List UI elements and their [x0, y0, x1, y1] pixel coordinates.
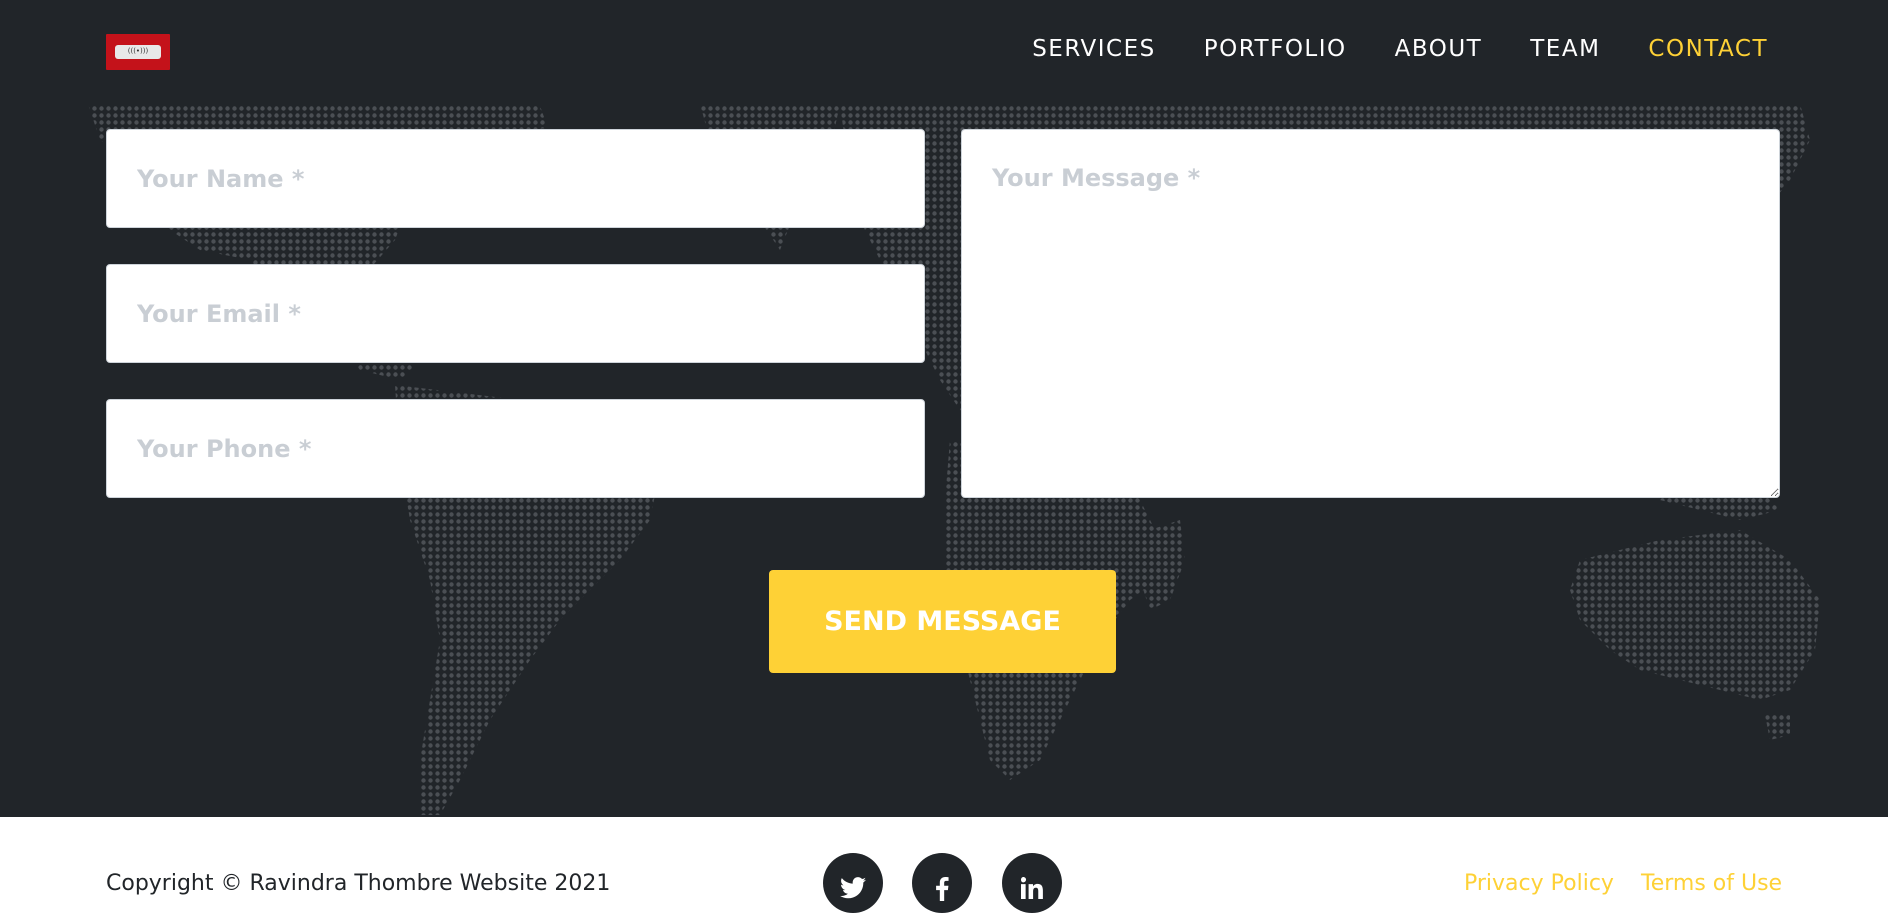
contact-section: (((•))) SERVICES PORTFOLIO ABOUT TEAM CO… — [0, 0, 1888, 817]
nav-link-services[interactable]: SERVICES — [1032, 36, 1156, 62]
privacy-policy-link[interactable]: Privacy Policy — [1464, 871, 1614, 896]
nav-menu: SERVICES PORTFOLIO ABOUT TEAM CONTACT — [1032, 36, 1768, 62]
nav-link-team[interactable]: TEAM — [1530, 36, 1600, 62]
mask-logo-icon: (((•))) — [115, 45, 161, 59]
navbar: (((•))) SERVICES PORTFOLIO ABOUT TEAM CO… — [0, 0, 1888, 100]
footer: Copyright © Ravindra Thombre Website 202… — [0, 817, 1888, 913]
twitter-icon — [840, 877, 866, 899]
nav-link-contact[interactable]: CONTACT — [1648, 36, 1768, 62]
email-input[interactable] — [106, 264, 925, 363]
brand-logo[interactable]: (((•))) — [106, 34, 170, 70]
name-input[interactable] — [106, 129, 925, 228]
twitter-link[interactable] — [823, 853, 883, 913]
facebook-icon — [936, 877, 949, 901]
terms-of-use-link[interactable]: Terms of Use — [1641, 871, 1782, 896]
linkedin-icon — [1021, 877, 1043, 899]
message-textarea[interactable] — [961, 129, 1780, 498]
send-message-button[interactable]: SEND MESSAGE — [769, 570, 1116, 673]
nav-link-about[interactable]: ABOUT — [1395, 36, 1483, 62]
linkedin-link[interactable] — [1002, 853, 1062, 913]
nav-link-portfolio[interactable]: PORTFOLIO — [1204, 36, 1347, 62]
copyright-text: Copyright © Ravindra Thombre Website 202… — [106, 871, 611, 896]
facebook-link[interactable] — [912, 853, 972, 913]
phone-input[interactable] — [106, 399, 925, 498]
